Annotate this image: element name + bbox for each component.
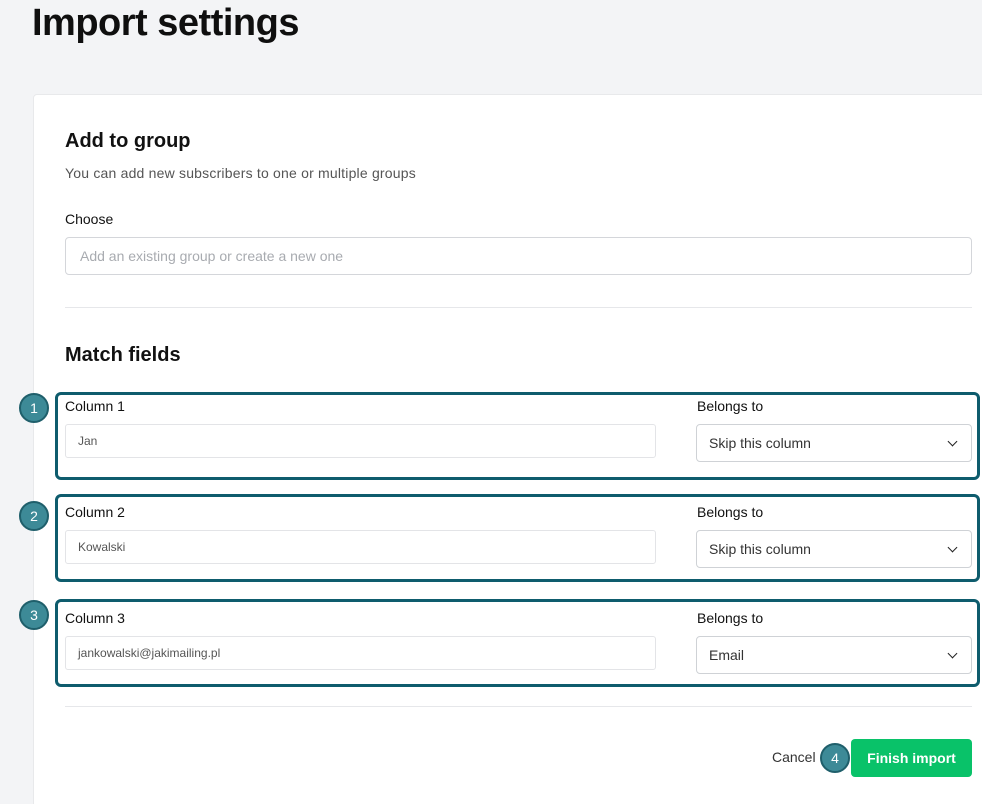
page-title: Import settings [32, 2, 299, 44]
match-fields-title: Match fields [65, 344, 181, 366]
chevron-down-icon [947, 436, 958, 446]
add-to-group-title: Add to group [65, 130, 191, 152]
column-3-belongs-to-value: Email [709, 647, 745, 663]
finish-import-button[interactable]: Finish import [851, 739, 972, 777]
choose-label: Choose [65, 211, 114, 227]
add-to-group-subtitle: You can add new subscribers to one or mu… [65, 165, 416, 181]
belongs-to-label-2: Belongs to [697, 504, 764, 520]
column-1-sample-value: Jan [65, 424, 656, 458]
column-1-belongs-to-select[interactable]: Skip this column [696, 424, 972, 462]
step-badge-4: 4 [820, 743, 850, 773]
divider [65, 706, 972, 707]
column-3-value-text: jankowalski@jakimailing.pl [78, 646, 221, 660]
group-search-input[interactable] [65, 237, 972, 275]
column-2-belongs-to-value: Skip this column [709, 541, 811, 557]
column-2-label: Column 2 [65, 504, 125, 520]
step-badge-2: 2 [19, 501, 49, 531]
step-badge-3: 3 [19, 600, 49, 630]
step-badge-1: 1 [19, 393, 49, 423]
cancel-button[interactable]: Cancel [772, 749, 816, 765]
column-1-belongs-to-value: Skip this column [709, 435, 811, 451]
column-1-value-text: Jan [78, 434, 98, 448]
divider [65, 307, 972, 308]
column-2-value-text: Kowalski [78, 540, 126, 554]
column-2-belongs-to-select[interactable]: Skip this column [696, 530, 972, 568]
column-3-sample-value: jankowalski@jakimailing.pl [65, 636, 656, 670]
belongs-to-label-1: Belongs to [697, 398, 764, 414]
belongs-to-label-3: Belongs to [697, 610, 764, 626]
chevron-down-icon [947, 542, 958, 552]
column-2-sample-value: Kowalski [65, 530, 656, 564]
column-3-belongs-to-select[interactable]: Email [696, 636, 972, 674]
chevron-down-icon [947, 648, 958, 658]
column-3-label: Column 3 [65, 610, 125, 626]
column-1-label: Column 1 [65, 398, 125, 414]
